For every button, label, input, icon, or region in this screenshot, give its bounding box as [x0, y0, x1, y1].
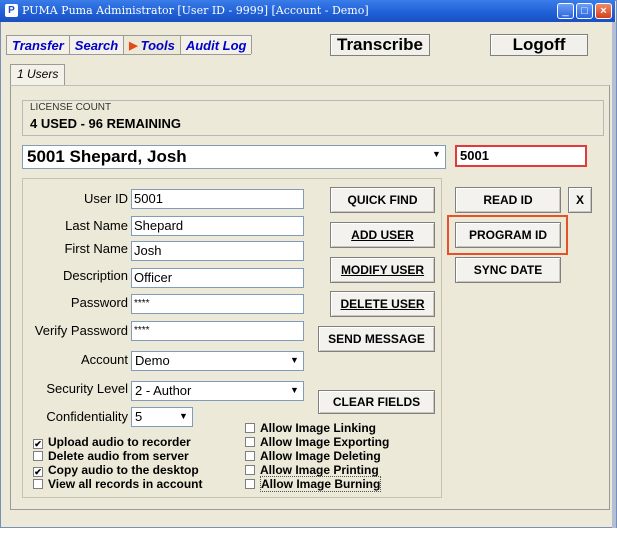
first-name-label: First Name: [64, 241, 128, 256]
allow-image-linking-checkbox[interactable]: Allow Image Linking: [245, 422, 376, 435]
verify-password-field[interactable]: ****: [131, 321, 304, 341]
chevron-down-icon[interactable]: ▼: [176, 409, 191, 425]
checkbox-empty-icon: [33, 451, 43, 461]
checkbox-empty-icon: [245, 479, 255, 489]
account-select[interactable]: Demo ▼: [131, 351, 304, 371]
tab-transfer[interactable]: Transfer: [6, 35, 70, 54]
close-button[interactable]: ×: [595, 3, 612, 19]
first-name-field[interactable]: Josh: [131, 241, 304, 261]
last-name-label: Last Name: [65, 218, 128, 233]
chevron-down-icon[interactable]: ▼: [287, 353, 302, 369]
quick-find-button[interactable]: QUICK FIND: [330, 187, 435, 213]
description-field[interactable]: Officer: [131, 268, 304, 288]
minimize-button[interactable]: _: [557, 3, 574, 19]
tab-tools[interactable]: ▶ Tools: [123, 35, 181, 54]
x-button[interactable]: X: [568, 187, 592, 213]
copy-audio-checkbox[interactable]: ✔ Copy audio to the desktop: [33, 464, 199, 477]
allow-image-deleting-checkbox[interactable]: Allow Image Deleting: [245, 450, 381, 463]
security-level-select[interactable]: 2 - Author ▼: [131, 381, 304, 401]
delete-user-button[interactable]: DELETE USER: [330, 291, 435, 317]
confidentiality-select[interactable]: 5 ▼: [131, 407, 193, 427]
read-id-button[interactable]: READ ID: [455, 187, 561, 213]
tab-search[interactable]: Search: [68, 35, 125, 54]
delete-audio-checkbox[interactable]: Delete audio from server: [33, 450, 189, 463]
user-id-field[interactable]: 5001: [131, 189, 304, 209]
title-bar: PUMA Puma Administrator [User ID - 9999]…: [0, 0, 615, 22]
tab-audit-log[interactable]: Audit Log: [179, 35, 253, 54]
password-field[interactable]: ****: [131, 294, 304, 314]
allow-image-burning-checkbox[interactable]: Allow Image Burning: [245, 476, 382, 492]
checkbox-checked-icon: ✔: [33, 467, 43, 477]
window-border-right: [612, 22, 616, 528]
triangle-right-icon: ▶: [129, 40, 138, 52]
tab-users[interactable]: 1 Users: [10, 64, 66, 85]
last-name-field[interactable]: Shepard: [131, 216, 304, 236]
sync-date-button[interactable]: SYNC DATE: [455, 257, 561, 283]
device-user-id-field[interactable]: 5001: [455, 145, 587, 167]
checkbox-empty-icon: [245, 437, 255, 447]
main-tabs: Transfer Search ▶ Tools Audit Log: [6, 35, 253, 55]
send-message-button[interactable]: SEND MESSAGE: [318, 326, 435, 352]
security-level-label: Security Level: [46, 381, 128, 396]
view-all-records-checkbox[interactable]: View all records in account: [33, 478, 203, 491]
upload-audio-checkbox[interactable]: ✔ Upload audio to recorder: [33, 436, 191, 449]
verify-password-label: Verify Password: [34, 323, 128, 338]
account-value: Demo: [135, 353, 170, 368]
allow-image-exporting-checkbox[interactable]: Allow Image Exporting: [245, 436, 389, 449]
account-label: Account: [81, 352, 128, 367]
checkbox-checked-icon: ✔: [33, 439, 43, 449]
checkbox-empty-icon: [245, 451, 255, 461]
chevron-down-icon[interactable]: ▼: [287, 383, 302, 399]
clear-fields-button[interactable]: CLEAR FIELDS: [318, 390, 435, 414]
confidentiality-value: 5: [135, 409, 143, 424]
license-count-label: LICENSE COUNT: [30, 102, 112, 113]
window-title: PUMA Puma Administrator [User ID - 9999]…: [22, 4, 369, 17]
chevron-down-icon[interactable]: ▼: [429, 147, 444, 167]
app-icon: P: [5, 4, 18, 17]
security-level-value: 2 - Author: [135, 383, 192, 398]
add-user-button[interactable]: ADD USER: [330, 222, 435, 248]
user-select-value: 5001 Shepard, Josh: [27, 147, 187, 166]
user-select[interactable]: 5001 Shepard, Josh ▼: [22, 145, 446, 169]
user-id-label: User ID: [83, 191, 128, 206]
description-label: Description: [62, 268, 128, 283]
checkbox-empty-icon: [33, 479, 43, 489]
checkbox-empty-icon: [245, 465, 255, 475]
logoff-button[interactable]: Logoff: [490, 34, 588, 56]
password-label: Password: [70, 295, 128, 310]
transcribe-button[interactable]: Transcribe: [330, 34, 430, 56]
checkbox-empty-icon: [245, 423, 255, 433]
modify-user-button[interactable]: MODIFY USER: [330, 257, 435, 283]
license-count-value: 4 USED - 96 REMAINING: [30, 116, 181, 131]
program-id-highlight: [447, 215, 568, 255]
confidentiality-label: Confidentiality: [46, 409, 128, 424]
maximize-button[interactable]: □: [576, 3, 593, 19]
